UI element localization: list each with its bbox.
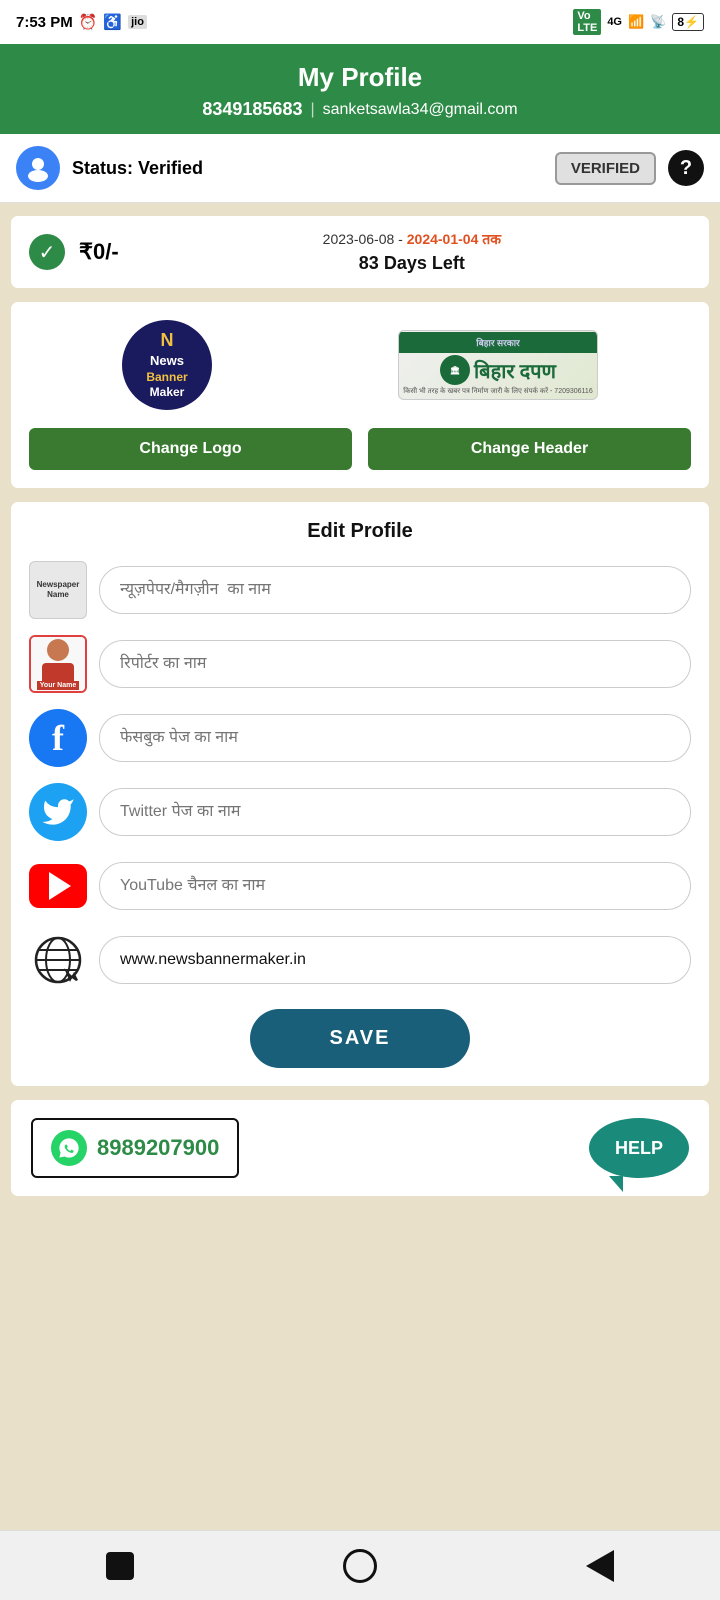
facebook-icon: f <box>29 709 87 767</box>
status-text: Status: Verified <box>72 158 543 179</box>
status-label: Status: <box>72 158 138 178</box>
header-divider: | <box>310 101 314 119</box>
reporter-avatar: Your Name <box>31 637 85 691</box>
start-date: 2023-06-08 <box>323 231 395 247</box>
facebook-input[interactable] <box>99 714 691 762</box>
yt-play-icon <box>49 872 71 900</box>
change-header-button[interactable]: Change Header <box>368 428 691 470</box>
wifi-icon: 📡 <box>650 14 666 30</box>
save-button[interactable]: SAVE <box>250 1009 471 1068</box>
nav-home-button[interactable] <box>338 1544 382 1588</box>
contact-section: 8989207900 HELP <box>10 1099 710 1197</box>
website-input[interactable] <box>99 936 691 984</box>
header-image: बिहार सरकार 🏛 बिहार दपण किसी भी तरह के ख… <box>398 330 598 400</box>
end-suffix: तक <box>478 231 501 247</box>
logo-n: N <box>161 329 174 352</box>
twitter-input[interactable] <box>99 788 691 836</box>
status-value: Verified <box>138 158 203 178</box>
your-name-label: Your Name <box>37 681 79 690</box>
nav-square-button[interactable] <box>98 1544 142 1588</box>
help-bubble-bg: HELP <box>589 1118 689 1178</box>
network-4g-icon: 4G <box>607 16 622 28</box>
avatar-icon <box>16 146 60 190</box>
logo-row: N News Banner Maker बिहार सरकार 🏛 बिहार … <box>29 320 691 410</box>
date-dash: - <box>394 231 406 247</box>
triangle-icon <box>586 1550 614 1582</box>
logo-text-banner: Banner <box>146 370 187 386</box>
check-icon: ✓ <box>29 234 65 270</box>
reporter-icon: Your Name <box>29 635 87 693</box>
reporter-input[interactable] <box>99 640 691 688</box>
bottom-nav <box>0 1530 720 1600</box>
news-banner-maker-logo: N News Banner Maker <box>122 320 212 410</box>
circle-icon <box>343 1549 377 1583</box>
twitter-icon <box>29 783 87 841</box>
whatsapp-box[interactable]: 8989207900 <box>31 1118 239 1178</box>
logo-section: N News Banner Maker बिहार सरकार 🏛 बिहार … <box>10 301 710 489</box>
time-display: 7:53 PM <box>16 14 73 31</box>
website-row <box>29 931 691 989</box>
subscription-info: 2023-06-08 - 2024-01-04 तक 83 Days Left <box>133 230 691 274</box>
facebook-row: f <box>29 709 691 767</box>
change-logo-button[interactable]: Change Logo <box>29 428 352 470</box>
verified-badge[interactable]: VERIFIED <box>555 152 656 185</box>
whatsapp-icon <box>51 1130 87 1166</box>
header-contact: 8349185683 | sanketsawla34@gmail.com <box>20 99 700 120</box>
subscription-card: ✓ ₹0/- 2023-06-08 - 2024-01-04 तक 83 Day… <box>10 215 710 289</box>
newspaper-row: NewspaperName <box>29 561 691 619</box>
logo-text-maker: Maker <box>150 385 185 401</box>
help-circle-icon[interactable]: ? <box>668 150 704 186</box>
header-email: sanketsawla34@gmail.com <box>323 101 518 119</box>
alarm-icon: ⏰ <box>79 13 98 31</box>
accessibility-icon: ♿ <box>103 13 122 31</box>
reporter-body <box>42 663 74 681</box>
youtube-icon <box>29 864 87 908</box>
help-bubble[interactable]: HELP <box>589 1118 689 1178</box>
reporter-head <box>47 639 69 661</box>
subscription-amount: ₹0/- <box>79 239 119 265</box>
newspaper-input[interactable] <box>99 566 691 614</box>
carrier-icon: jio <box>128 15 147 29</box>
twitter-row <box>29 783 691 841</box>
header-hindi-text: बिहार दपण <box>474 357 556 384</box>
youtube-icon-wrap <box>29 857 87 915</box>
save-btn-wrap: SAVE <box>29 1009 691 1068</box>
logo-btn-row: Change Logo Change Header <box>29 428 691 470</box>
youtube-input[interactable] <box>99 862 691 910</box>
nav-back-button[interactable] <box>578 1544 622 1588</box>
logo-text-news: News <box>150 353 184 370</box>
signal-icon: 📶 <box>628 14 644 30</box>
newspaper-icon: NewspaperName <box>29 561 87 619</box>
reporter-row: Your Name <box>29 635 691 693</box>
whatsapp-number: 8989207900 <box>97 1135 219 1161</box>
header-phone: 8349185683 <box>202 99 302 120</box>
edit-profile-section: Edit Profile NewspaperName Your Name f <box>10 501 710 1087</box>
square-icon <box>106 1552 134 1580</box>
header-img-sub: किसी भी तरह के खबर पत्र निर्माण जारी के … <box>399 387 596 398</box>
edit-profile-title: Edit Profile <box>29 520 691 543</box>
status-icons: VoLTE 4G 📶 📡 8⚡ <box>573 9 704 35</box>
status-bar: 7:53 PM ⏰ ♿ jio VoLTE 4G 📶 📡 8⚡ <box>0 0 720 44</box>
end-date: 2024-01-04 <box>407 231 479 247</box>
help-label: HELP <box>615 1138 663 1159</box>
volte-icon: VoLTE <box>573 9 601 35</box>
status-time: 7:53 PM ⏰ ♿ jio <box>16 13 147 31</box>
header: My Profile 8349185683 | sanketsawla34@gm… <box>0 44 720 134</box>
youtube-row <box>29 857 691 915</box>
days-left: 83 Days Left <box>133 253 691 274</box>
page-title: My Profile <box>20 62 700 93</box>
verified-bar: Status: Verified VERIFIED ? <box>0 134 720 203</box>
subscription-dates: 2023-06-08 - 2024-01-04 तक <box>133 230 691 249</box>
battery-icon: 8⚡ <box>672 13 704 31</box>
website-icon <box>29 931 87 989</box>
